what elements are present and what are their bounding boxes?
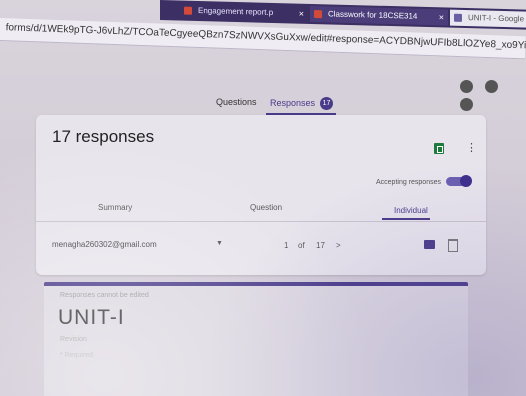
pager-current: 1 — [284, 241, 289, 250]
pager-next-button[interactable]: > — [336, 241, 341, 250]
preview-icon[interactable] — [485, 80, 499, 93]
responses-count-title: 17 responses — [52, 127, 155, 146]
close-icon[interactable]: × — [299, 6, 304, 22]
print-icon[interactable] — [424, 240, 435, 249]
tab-responses[interactable]: Responses — [270, 98, 315, 108]
screen: Engagement report.p × Classwork for 18CS… — [0, 0, 526, 396]
close-icon[interactable]: × — [439, 9, 444, 25]
pager-total: 17 — [316, 241, 325, 250]
browser-tab-forms[interactable]: UNIT-I - Google Forms × — [450, 9, 526, 29]
pdf-icon — [184, 6, 192, 15]
subtab-individual[interactable]: Individual — [394, 206, 428, 215]
response-card: Responses cannot be edited UNIT-I Revisi… — [44, 286, 468, 396]
required-note: * Required — [60, 352, 94, 359]
cannot-edit-notice: Responses cannot be edited — [60, 292, 149, 299]
more-icon[interactable]: ⋮ — [466, 141, 477, 154]
palette-icon[interactable] — [460, 80, 473, 93]
sheets-icon[interactable] — [434, 143, 444, 154]
tab-label: UNIT-I - Google Forms — [468, 13, 526, 24]
tab-label: Engagement report.p — [198, 5, 274, 17]
divider — [36, 221, 486, 222]
responses-summary-card: 17 responses ⋮ Accepting responses Summa… — [36, 115, 486, 275]
browser-tab-classwork[interactable]: Classwork for 18CSE314 × — [310, 5, 448, 26]
subtab-summary[interactable]: Summary — [98, 203, 132, 212]
responses-count-badge: 17 — [320, 97, 333, 110]
trash-icon[interactable] — [448, 239, 458, 252]
respondent-email-select[interactable]: menagha260302@gmail.com — [52, 240, 157, 249]
tab-questions[interactable]: Questions — [216, 97, 257, 107]
form-title: UNIT-I — [58, 306, 125, 329]
tab-label: Classwork for 18CSE314 — [328, 9, 418, 21]
forms-icon — [454, 13, 462, 22]
subtab-indicator — [382, 218, 430, 220]
classroom-icon — [314, 10, 322, 19]
subtab-question[interactable]: Question — [250, 203, 282, 212]
pager-of: of — [298, 241, 305, 250]
dropdown-arrow-icon[interactable]: ▼ — [216, 240, 223, 247]
browser-tab-engagement[interactable]: Engagement report.p × — [180, 3, 308, 22]
accepting-responses-label: Accepting responses — [376, 179, 441, 186]
form-description: Revision — [60, 336, 87, 343]
accepting-responses-toggle[interactable] — [446, 175, 472, 187]
form-tabs: Questions Responses 17 — [0, 97, 526, 117]
